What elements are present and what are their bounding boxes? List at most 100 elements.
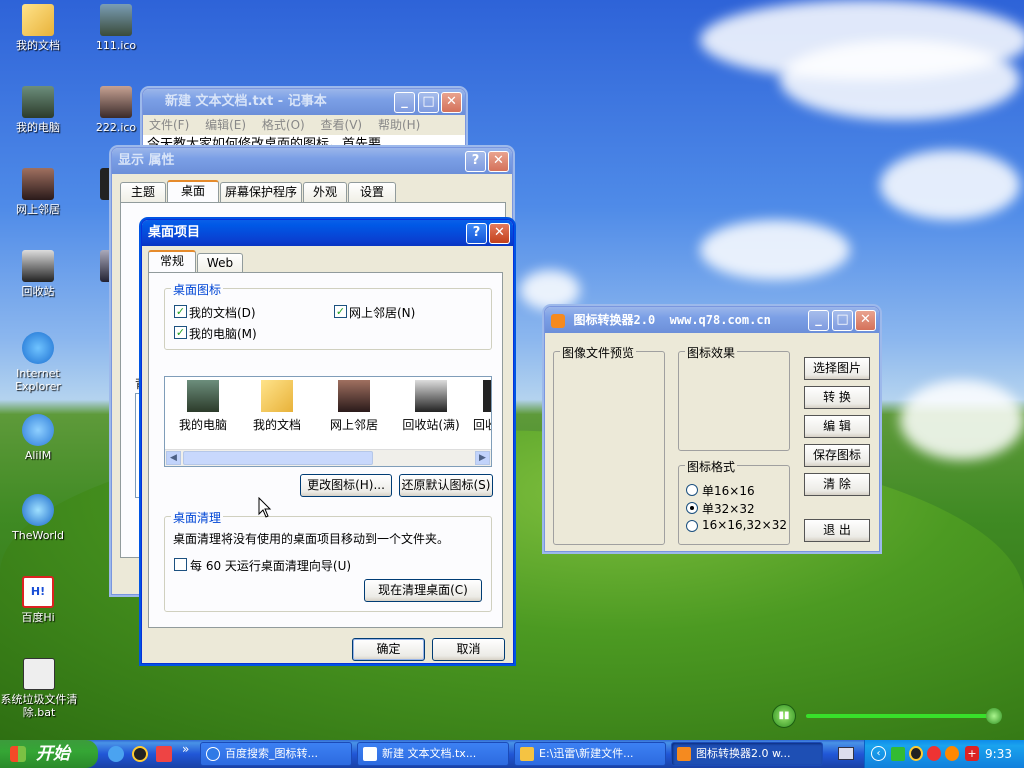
maximize-button[interactable]: □	[418, 92, 439, 113]
desktop-icon-aliim[interactable]: AliIM	[2, 414, 74, 462]
clear-button[interactable]: 清 除	[804, 473, 870, 496]
desktop-icon-my-documents[interactable]: 我的文档	[2, 4, 74, 52]
desktop-icon-theworld[interactable]: TheWorld	[2, 494, 74, 542]
browser-quick-launch-icon[interactable]	[108, 746, 124, 762]
close-button[interactable]: ✕	[489, 223, 510, 244]
convert-button[interactable]: 转 换	[804, 386, 870, 409]
folder-icon	[520, 747, 534, 761]
radio-format-16[interactable]	[686, 484, 698, 496]
help-button[interactable]: ?	[465, 151, 486, 172]
menu-edit[interactable]: 编辑(E)	[205, 118, 246, 132]
scroll-thumb[interactable]	[183, 451, 373, 465]
radio-format-16-32[interactable]	[686, 520, 698, 532]
keyboard-icon[interactable]	[838, 747, 854, 760]
exit-button[interactable]: 退 出	[804, 519, 870, 542]
desktop-icon-my-computer[interactable]: 我的电脑	[2, 86, 74, 134]
icon-list-scrollbar[interactable]: ◀ ▶	[165, 449, 491, 466]
menu-view[interactable]: 查看(V)	[321, 118, 363, 132]
taskbar-item-baidu[interactable]: 百度搜索_图标转...	[200, 742, 352, 766]
icon-list-item-my-documents[interactable]: 我的文档	[249, 380, 305, 433]
desktop-icons-group: 桌面图标 ✓ 我的文档(D) ✓ 网上邻居(N) ✓ 我的电脑(M)	[164, 281, 492, 350]
edit-button[interactable]: 编 辑	[804, 415, 870, 438]
desktop-icon-111-ico[interactable]: 111.ico	[80, 4, 152, 52]
checkbox-network[interactable]: ✓	[334, 305, 347, 318]
maximize-button[interactable]: □	[832, 310, 853, 331]
tab-general[interactable]: 常规	[148, 250, 196, 272]
close-button[interactable]: ✕	[441, 92, 462, 113]
minimize-button[interactable]: _	[808, 310, 829, 331]
tab-theme[interactable]: 主题	[120, 182, 166, 202]
theworld-browser-icon	[22, 494, 54, 526]
more-quick-launch-icon[interactable]: »	[182, 742, 189, 756]
desktop-icon-baidu-hi[interactable]: H! 百度Hi	[2, 576, 74, 624]
radio-format-16-label[interactable]: 单16×16	[702, 482, 755, 499]
show-hidden-icons-button[interactable]: ‹	[871, 746, 886, 761]
checkbox-my-computer-label[interactable]: 我的电脑(M)	[189, 325, 257, 342]
media-progress-track[interactable]	[806, 714, 996, 718]
icon-list[interactable]: 我的电脑 我的文档 网上邻居 回收站(满) 回收	[164, 376, 492, 467]
save-icon-button[interactable]: 保存图标	[804, 444, 870, 467]
taskbar-item-notepad[interactable]: 新建 文本文档.tx...	[357, 742, 509, 766]
cancel-button[interactable]: 取消	[432, 638, 505, 661]
checkbox-my-documents[interactable]: ✓	[174, 305, 187, 318]
close-button[interactable]: ✕	[488, 151, 509, 172]
checkbox-network-label[interactable]: 网上邻居(N)	[349, 304, 415, 321]
qq-quick-launch-icon[interactable]	[132, 746, 148, 762]
menu-file[interactable]: 文件(F)	[149, 118, 189, 132]
radio-format-32[interactable]	[686, 502, 698, 514]
ok-button[interactable]: 确定	[352, 638, 425, 661]
select-image-button[interactable]: 选择图片	[804, 357, 870, 380]
tab-screensaver[interactable]: 屏幕保护程序	[220, 182, 302, 202]
toolbox-quick-launch-icon[interactable]	[156, 746, 172, 762]
icon-list-item-recycle-bin-full[interactable]: 回收站(满)	[393, 380, 469, 433]
restore-default-button[interactable]: 还原默认图标(S)	[399, 474, 493, 497]
radio-format-16-32-label[interactable]: 16×16,32×32	[702, 518, 787, 532]
close-button[interactable]: ✕	[855, 310, 876, 331]
tab-web[interactable]: Web	[197, 253, 243, 273]
icon-converter-window[interactable]: 图标转换器2.0 www.q78.com.cn _ □ ✕ 图像文件预览 图标效…	[544, 306, 880, 552]
desktop-items-dialog[interactable]: 桌面项目 ? ✕ 常规 Web 桌面图标 ✓ 我的文档(D) ✓ 网上邻居(N)…	[141, 219, 514, 664]
network-tray-icon[interactable]	[891, 747, 905, 761]
browser-icon	[206, 747, 220, 761]
security-tray-icon[interactable]: +	[965, 746, 979, 761]
icon-list-item-my-computer[interactable]: 我的电脑	[175, 380, 231, 433]
taskbar-item-icon-converter[interactable]: 图标转换器2.0 w...	[671, 742, 823, 766]
image-preview-group: 图像文件预览	[553, 344, 665, 545]
start-button[interactable]: 开始	[0, 740, 98, 768]
tab-settings[interactable]: 设置	[348, 182, 396, 202]
checkbox-cleanup-60-days-label[interactable]: 每 60 天运行桌面清理向导(U)	[190, 557, 351, 574]
taskbar-item-folder[interactable]: E:\迅雷\新建文件...	[514, 742, 666, 766]
recycle-bin-full-icon	[415, 380, 447, 412]
menu-format[interactable]: 格式(O)	[262, 118, 305, 132]
change-icon-button[interactable]: 更改图标(H)...	[300, 474, 392, 497]
scroll-left-arrow[interactable]: ◀	[166, 451, 181, 465]
menu-help[interactable]: 帮助(H)	[378, 118, 420, 132]
desktop-icon-cleanup-bat[interactable]: 系统垃圾文件清除.bat	[0, 658, 78, 719]
minimize-button[interactable]: _	[394, 92, 415, 113]
icon-converter-titlebar[interactable]: 图标转换器2.0 www.q78.com.cn _ □ ✕	[545, 307, 879, 333]
notepad-titlebar[interactable]: 新建 文本文档.txt - 记事本 _ □ ✕	[143, 89, 465, 115]
desktop-icon-recycle-bin[interactable]: 回收站	[2, 250, 74, 298]
photo-icon	[100, 4, 132, 36]
icon-list-item-recycle-bin[interactable]: 回收	[469, 380, 491, 433]
messenger-tray-icon[interactable]	[927, 746, 941, 761]
display-properties-titlebar[interactable]: 显示 属性 ? ✕	[112, 148, 512, 174]
scroll-right-arrow[interactable]: ▶	[475, 451, 490, 465]
desktop-icon-network[interactable]: 网上邻居	[2, 168, 74, 216]
qq-tray-icon[interactable]	[909, 746, 923, 761]
desktop-icon-internet-explorer[interactable]: Internet Explorer	[2, 332, 74, 393]
user-tray-icon[interactable]	[945, 746, 959, 761]
tab-desktop[interactable]: 桌面	[167, 180, 219, 202]
checkbox-my-computer[interactable]: ✓	[174, 326, 187, 339]
media-progress-thumb[interactable]	[986, 708, 1002, 724]
media-play-button[interactable]: ▮▮	[772, 704, 796, 728]
clock[interactable]: 9:33	[985, 740, 1012, 768]
tab-appearance[interactable]: 外观	[303, 182, 347, 202]
checkbox-cleanup-60-days[interactable]	[174, 558, 187, 571]
radio-format-32-label[interactable]: 单32×32	[702, 500, 755, 517]
desktop-items-titlebar[interactable]: 桌面项目 ? ✕	[142, 220, 513, 246]
checkbox-my-documents-label[interactable]: 我的文档(D)	[189, 304, 256, 321]
cleanup-now-button[interactable]: 现在清理桌面(C)	[364, 579, 482, 602]
icon-list-item-network[interactable]: 网上邻居	[323, 380, 385, 433]
help-button[interactable]: ?	[466, 223, 487, 244]
